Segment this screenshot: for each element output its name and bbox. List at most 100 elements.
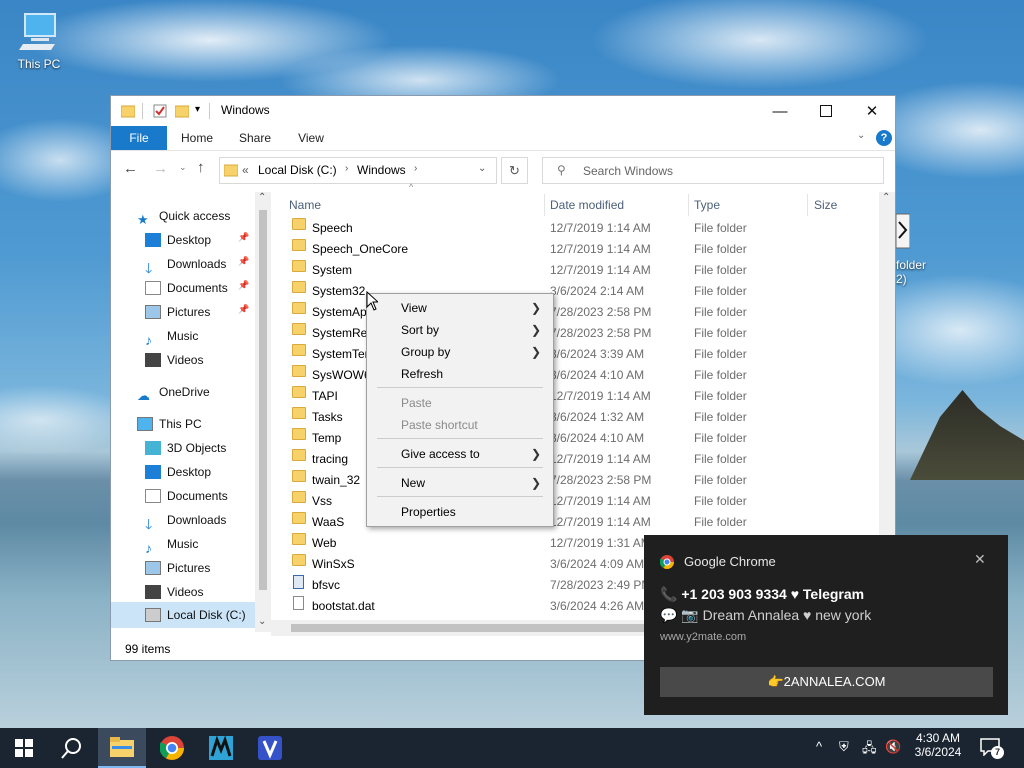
chevron-down-icon[interactable]: ⌄ [478,163,486,174]
cell-date: 12/7/2019 1:14 AM [550,242,651,256]
pin-icon[interactable]: 📌 [238,280,249,291]
close-button[interactable]: ✕ [849,96,895,126]
scroll-thumb[interactable] [259,210,267,590]
recent-locations-button[interactable]: ⌄ [179,162,187,173]
refresh-button[interactable]: ↻ [501,157,528,184]
menu-separator [377,496,543,497]
nav-quick-downloads[interactable]: 🡓 Downloads [145,253,226,276]
search-button[interactable] [48,728,96,768]
maximize-button[interactable] [803,96,849,126]
nav-quick-documents[interactable]: Documents [145,277,228,299]
nav-pc-pictures[interactable]: Pictures [145,557,210,579]
help-icon[interactable]: ? [876,130,892,146]
nav-onedrive[interactable]: ☁ OneDrive [137,381,210,403]
folder-desktop-icon[interactable]: folder 2) [895,212,936,286]
pin-icon[interactable]: 📌 [238,304,249,315]
star-icon: ★ [137,212,149,227]
cell-name: Web [312,536,337,550]
cell-type: File folder [694,368,747,382]
tab-home[interactable]: Home [171,126,223,150]
pin-icon[interactable]: 📌 [238,232,249,243]
clock[interactable]: 4:30 AM 3/6/2024 [910,731,966,759]
expand-ribbon-icon[interactable]: ⌄ [857,130,865,141]
customize-toolbar-icon[interactable]: ▾ [195,104,200,115]
scroll-up-icon[interactable]: ⌃ [882,192,890,203]
column-header-name[interactable]: Name [289,194,321,216]
context-menu-item-group-by[interactable]: Group by ❯ [367,341,553,363]
table-row[interactable]: Speech_OneCore 12/7/2019 1:14 AM File fold… [286,239,881,260]
notification-action-button[interactable]: 👉2ANNALEA.COM [660,667,993,697]
tab-share[interactable]: Share [229,126,281,150]
minimize-button[interactable]: — [757,96,803,126]
cell-type: File folder [694,284,747,298]
start-button[interactable] [0,728,48,768]
scroll-up-icon[interactable]: ⌃ [258,192,266,203]
show-hidden-icons-button[interactable]: ^ [816,739,822,754]
security-shield-icon[interactable]: ⛨ [839,739,849,755]
tab-view[interactable]: View [287,126,335,150]
context-menu-item-sort-by[interactable]: Sort by ❯ [367,319,553,341]
cell-date: 3/6/2024 3:39 AM [550,347,645,361]
scroll-down-icon[interactable]: ⌄ [258,616,266,627]
column-header-type[interactable]: Type [694,194,720,216]
menu-item-label: Sort by [401,323,440,337]
context-menu-item-give-access-to[interactable]: Give access to ❯ [367,443,553,465]
context-menu-item-properties[interactable]: Properties [367,501,553,523]
nav-pc-desktop[interactable]: Desktop [145,461,211,483]
nav-quick-desktop[interactable]: Desktop [145,229,211,251]
column-divider[interactable] [807,194,808,216]
search-input[interactable]: ⚲ Search Windows [542,157,884,184]
nav-pc-downloads[interactable]: 🡓 Downloads [145,509,226,532]
nav-pc-3d-objects[interactable]: 3D Objects [145,437,226,459]
nav-this-pc[interactable]: This PC [137,413,202,435]
nav-label: Quick access [159,209,231,223]
nav-scrollbar[interactable]: ⌃ ⌄ [255,192,271,632]
context-menu-item-view[interactable]: View ❯ [367,297,553,319]
properties-icon[interactable] [153,104,167,118]
context-menu-item-refresh[interactable]: Refresh [367,363,553,385]
title-bar[interactable]: ▾ Windows — ✕ [111,96,895,126]
chrome-notification[interactable]: Google Chrome ✕ 📞 +1 203 903 9334 ♥ Tele… [644,535,1008,715]
this-pc-desktop-icon[interactable]: This PC [12,10,66,71]
address-overflow-chevron[interactable]: « [242,163,249,177]
file-icon [293,596,304,610]
address-segment-windows[interactable]: Windows [357,163,406,177]
nav-pc-videos[interactable]: Videos [145,581,203,603]
column-header-size[interactable]: Size [814,194,837,216]
column-divider[interactable] [544,194,545,216]
context-menu-item-new[interactable]: New ❯ [367,472,553,494]
nav-pc-music[interactable]: ♪ Music [145,533,198,556]
cell-name: WinSxS [312,557,355,571]
cell-date: 12/7/2019 1:14 AM [550,452,651,466]
back-button[interactable]: ← [123,160,138,177]
table-row[interactable]: Speech 12/7/2019 1:14 AM File folder [286,218,881,239]
taskbar-app-m[interactable] [197,728,245,768]
cell-name: Vss [312,494,333,508]
nav-quick-music[interactable]: ♪ Music [145,325,198,348]
menu-item-label: View [401,301,427,315]
volume-muted-icon[interactable]: 🔇 [885,739,901,755]
nav-quick-videos[interactable]: Videos [145,349,203,371]
forward-button[interactable]: → [153,160,168,177]
pin-icon[interactable]: 📌 [238,256,249,267]
column-header-date[interactable]: Date modified [550,194,624,216]
chevron-right-icon[interactable]: › [345,163,348,174]
new-folder-icon[interactable] [175,104,189,118]
nav-quick-access[interactable]: ★ Quick access [137,205,230,227]
address-segment-local-disk[interactable]: Local Disk (C:) [258,163,337,177]
taskbar-app-v[interactable] [246,728,294,768]
column-divider[interactable] [688,194,689,216]
nav-pc-documents[interactable]: Documents [145,485,228,507]
action-center-button[interactable]: 7 [980,738,1004,759]
nav-quick-pictures[interactable]: Pictures [145,301,210,323]
address-bar[interactable]: « Local Disk (C:) › Windows › ⌄ [219,157,497,184]
tab-file[interactable]: File [111,126,167,150]
up-button[interactable]: ↑ [197,159,205,176]
chevron-right-icon[interactable]: › [414,163,417,174]
taskbar-file-explorer[interactable] [98,728,146,768]
nav-pc-local-disk[interactable]: Local Disk (C:) [145,604,246,626]
network-icon[interactable]: 🖧 [862,739,877,761]
close-icon[interactable]: ✕ [974,551,986,568]
taskbar-chrome[interactable] [148,728,196,768]
table-row[interactable]: System 12/7/2019 1:14 AM File folder [286,260,881,281]
